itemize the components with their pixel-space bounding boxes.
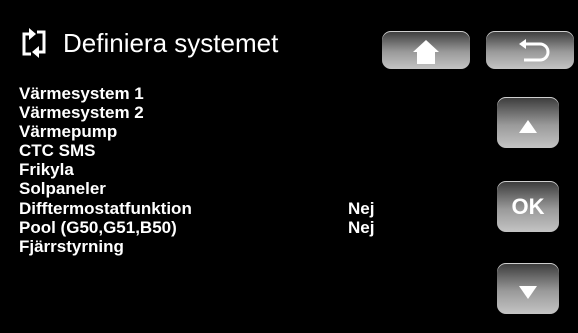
list-item-label: CTC SMS <box>19 141 96 161</box>
list-item-label: Värmesystem 1 <box>19 84 144 103</box>
list-item[interactable]: Värmepump <box>19 122 479 141</box>
list-item[interactable]: Pool (G50,G51,B50) Nej <box>19 218 479 237</box>
list-item-label: Difftermostatfunktion <box>19 198 192 218</box>
list-item-label: Värmesystem 2 <box>19 103 144 123</box>
list-item[interactable]: Difftermostatfunktion Nej <box>19 199 479 218</box>
list-item-value: Nej <box>348 198 375 218</box>
triangle-down-icon <box>519 286 537 299</box>
triangle-up-icon <box>519 120 537 133</box>
scroll-up-button[interactable] <box>497 97 559 148</box>
home-button[interactable] <box>382 31 470 69</box>
list-item-label: Pool (G50,G51,B50) <box>19 217 177 237</box>
ok-button[interactable]: OK <box>497 181 559 232</box>
list-item-label: Solpaneler <box>19 179 106 199</box>
back-button[interactable] <box>486 31 574 69</box>
back-arrow-icon <box>519 39 550 62</box>
screen: Definiera systemet Värmesystem 1 Värmesy… <box>0 0 578 333</box>
list-item[interactable]: Frikyla <box>19 160 479 179</box>
ok-label: OK <box>511 194 545 219</box>
list-item-label: Fjärrstyrning <box>19 236 124 256</box>
list-item-label: Frikyla <box>19 160 74 180</box>
menu-list: Värmesystem 1 Värmesystem 2 Värmepump CT… <box>19 84 479 256</box>
list-item[interactable]: Värmesystem 1 <box>19 84 479 103</box>
list-item[interactable]: Fjärrstyrning <box>19 237 479 256</box>
list-item[interactable]: Solpaneler <box>19 179 479 198</box>
list-item-value: Nej <box>348 217 375 237</box>
list-item[interactable]: CTC SMS <box>19 141 479 160</box>
page-title: Definiera systemet <box>63 28 279 58</box>
list-item-label: Värmepump <box>19 122 118 142</box>
scroll-down-button[interactable] <box>497 263 559 314</box>
refresh-arrows-icon <box>19 28 49 58</box>
list-item[interactable]: Värmesystem 2 <box>19 103 479 122</box>
house-icon <box>413 40 439 64</box>
